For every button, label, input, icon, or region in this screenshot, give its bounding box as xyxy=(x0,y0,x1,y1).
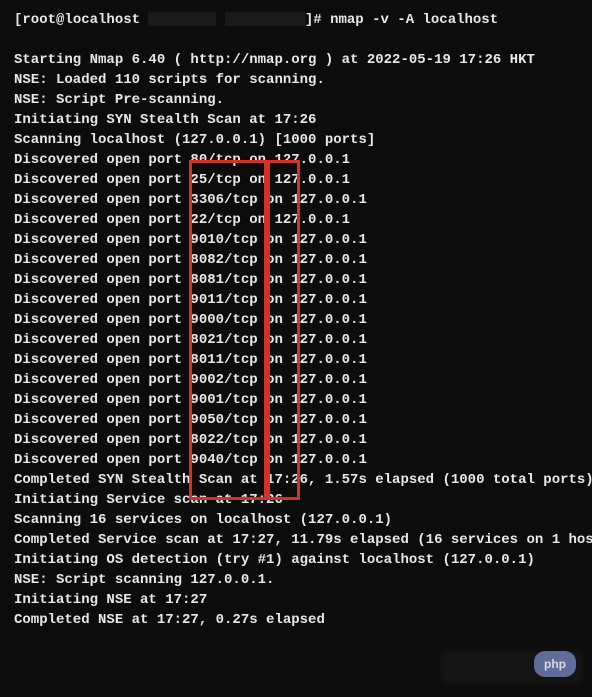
discovered-port-line: Discovered open port 3306/tcp on 127.0.0… xyxy=(14,190,578,210)
discovered-port-line: Discovered open port 9050/tcp on 127.0.0… xyxy=(14,410,578,430)
output-line: Completed SYN Stealth Scan at 17:26, 1.5… xyxy=(14,470,578,490)
redacted-block xyxy=(148,12,216,26)
output-line: NSE: Script Pre-scanning. xyxy=(14,90,578,110)
discovered-port-line: Discovered open port 9010/tcp on 127.0.0… xyxy=(14,230,578,250)
output-line: NSE: Script scanning 127.0.0.1. xyxy=(14,570,578,590)
discovered-port-line: Discovered open port 8082/tcp on 127.0.0… xyxy=(14,250,578,270)
watermark: php xyxy=(534,651,576,677)
discovered-port-line: Discovered open port 80/tcp on 127.0.0.1 xyxy=(14,150,578,170)
output-line: Scanning 16 services on localhost (127.0… xyxy=(14,510,578,530)
redacted-block xyxy=(225,12,305,26)
output-line: Scanning localhost (127.0.0.1) [1000 por… xyxy=(14,130,578,150)
prompt-host: localhost xyxy=(64,12,140,28)
command-text: nmap -v -A localhost xyxy=(330,12,498,28)
blank-line xyxy=(14,30,578,50)
watermark-badge: php xyxy=(534,651,576,677)
discovered-port-line: Discovered open port 9011/tcp on 127.0.0… xyxy=(14,290,578,310)
discovered-port-line: Discovered open port 8021/tcp on 127.0.0… xyxy=(14,330,578,350)
output-line: Initiating SYN Stealth Scan at 17:26 xyxy=(14,110,578,130)
discovered-port-line: Discovered open port 9001/tcp on 127.0.0… xyxy=(14,390,578,410)
discovered-port-line: Discovered open port 9002/tcp on 127.0.0… xyxy=(14,370,578,390)
discovered-port-line: Discovered open port 9040/tcp on 127.0.0… xyxy=(14,450,578,470)
prompt-close: ]# xyxy=(305,12,330,28)
prompt-user: root xyxy=(22,12,56,28)
output-line: Completed NSE at 17:27, 0.27s elapsed xyxy=(14,610,578,630)
output-line: Initiating Service scan at 17:26 xyxy=(14,490,578,510)
discovered-port-line: Discovered open port 25/tcp on 127.0.0.1 xyxy=(14,170,578,190)
output-line: Initiating OS detection (try #1) against… xyxy=(14,550,578,570)
discovered-port-line: Discovered open port 22/tcp on 127.0.0.1 xyxy=(14,210,578,230)
discovered-port-line: Discovered open port 9000/tcp on 127.0.0… xyxy=(14,310,578,330)
output-line: Completed Service scan at 17:27, 11.79s … xyxy=(14,530,578,550)
output-line: Initiating NSE at 17:27 xyxy=(14,590,578,610)
discovered-port-line: Discovered open port 8011/tcp on 127.0.0… xyxy=(14,350,578,370)
discovered-port-line: Discovered open port 8081/tcp on 127.0.0… xyxy=(14,270,578,290)
output-line: Starting Nmap 6.40 ( http://nmap.org ) a… xyxy=(14,50,578,70)
output-line: NSE: Loaded 110 scripts for scanning. xyxy=(14,70,578,90)
discovered-port-line: Discovered open port 8022/tcp on 127.0.0… xyxy=(14,430,578,450)
terminal-prompt[interactable]: [root@localhost ]# nmap -v -A localhost xyxy=(14,10,578,30)
